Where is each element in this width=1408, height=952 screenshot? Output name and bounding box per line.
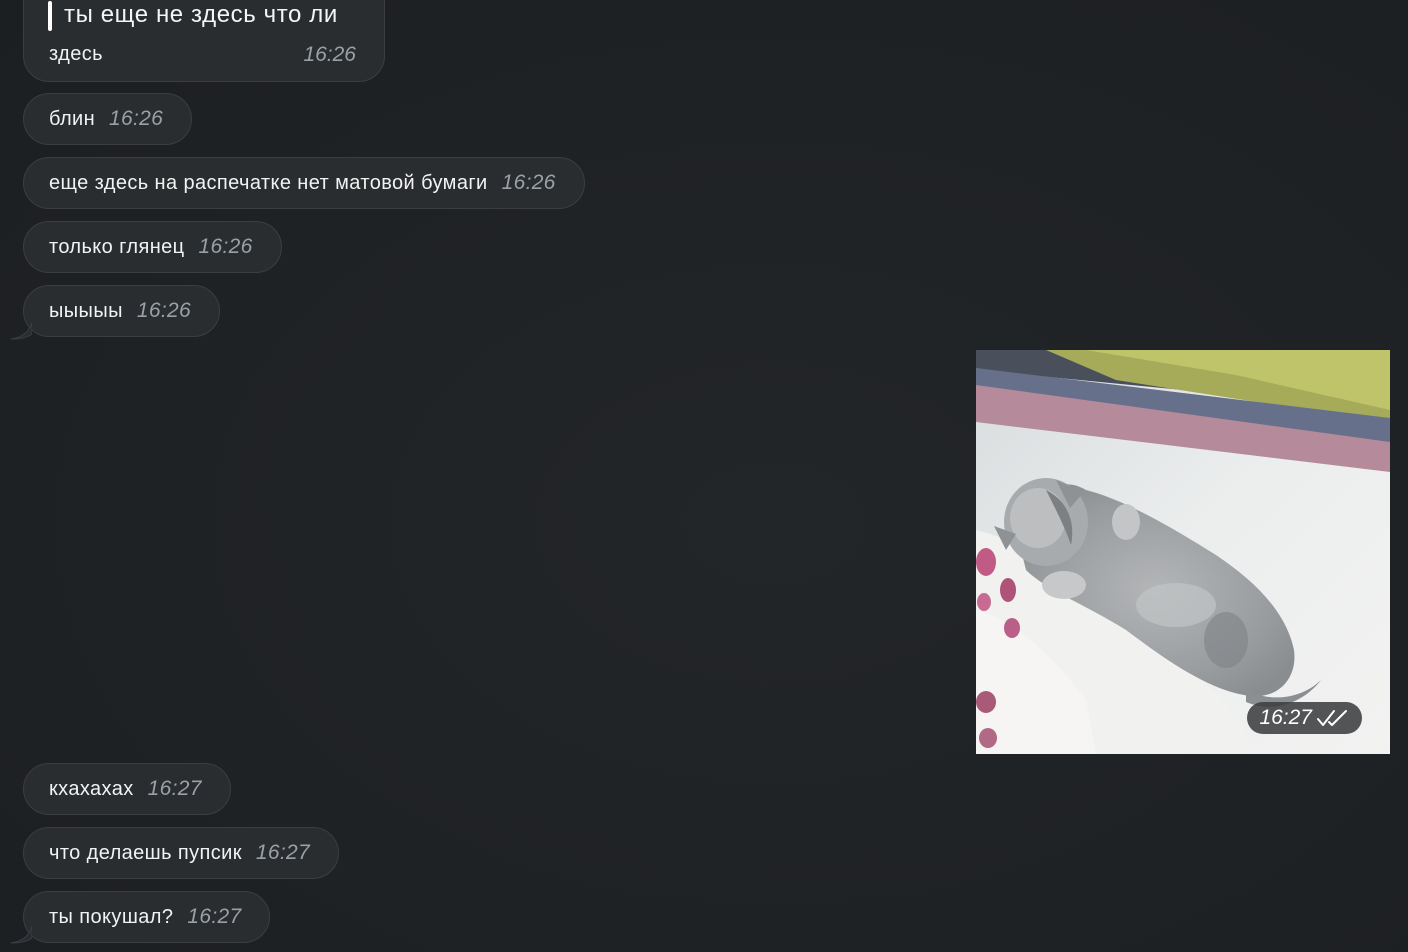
- message-text: ыыыыы: [49, 299, 123, 322]
- double-check-icon: [1317, 710, 1347, 726]
- message-bubble-reply[interactable]: ты еще не здесь что ли здесь 16:26: [23, 0, 385, 82]
- reply-quote-text[interactable]: ты еще не здесь что ли: [64, 1, 338, 29]
- gif-time-badge: 16:27: [1247, 702, 1362, 734]
- message-time: 16:26: [303, 43, 356, 66]
- message-bubble[interactable]: что делаешь пупсик 16:27: [23, 827, 339, 879]
- bubble-tail: [10, 926, 32, 944]
- message-text: блин: [49, 107, 96, 130]
- message-bubble[interactable]: блин 16:26: [23, 93, 193, 145]
- gif-message[interactable]: 16:27: [976, 350, 1390, 754]
- message-text: здесь: [49, 43, 103, 65]
- message-text: только глянец: [49, 235, 185, 258]
- message-bubble[interactable]: ыыыыы 16:26: [23, 285, 220, 337]
- message-text: что делаешь пупсик: [49, 841, 242, 864]
- sleeping-kitten-gif: [976, 350, 1390, 754]
- message-time: 16:27: [187, 905, 242, 928]
- message-time: 16:27: [147, 777, 202, 800]
- message-time: 16:26: [198, 235, 253, 258]
- message-text: ты покушал?: [49, 905, 174, 928]
- message-time: 16:26: [501, 171, 556, 194]
- message-time: 16:26: [109, 107, 164, 130]
- message-text: кхахахах: [49, 777, 134, 800]
- message-bubble[interactable]: еще здесь на распечатке нет матовой бума…: [23, 157, 585, 209]
- reply-quote-bar: [48, 1, 52, 31]
- message-time: 16:26: [136, 299, 191, 322]
- message-bubble[interactable]: кхахахах 16:27: [23, 763, 231, 815]
- message-text: еще здесь на распечатке нет матовой бума…: [49, 171, 488, 194]
- message-time: 16:27: [1259, 706, 1312, 729]
- chat-message-area[interactable]: ты еще не здесь что ли здесь 16:26 блин …: [0, 0, 1408, 952]
- message-bubble[interactable]: только глянец 16:26: [23, 221, 282, 273]
- message-bubble[interactable]: ты покушал? 16:27: [23, 891, 271, 943]
- bubble-tail: [10, 322, 32, 340]
- message-time: 16:27: [255, 841, 310, 864]
